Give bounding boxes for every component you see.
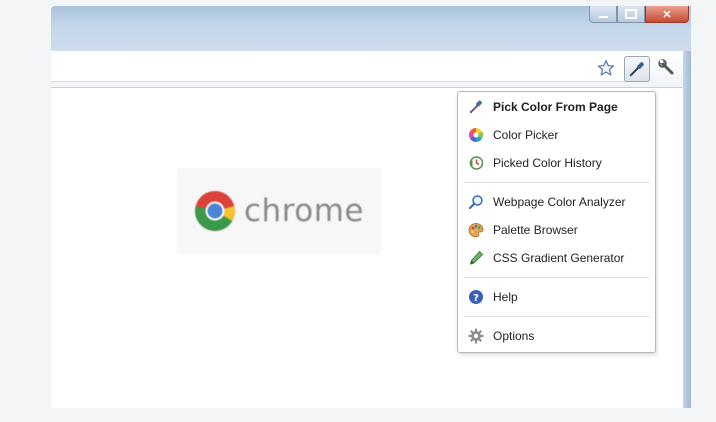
- menu-item-color-picker[interactable]: Color Picker: [458, 122, 655, 148]
- help-icon: ?: [468, 289, 484, 305]
- color-picker-menu: Pick Color From Page Color Picker Picked…: [457, 91, 656, 353]
- chrome-emblem-icon: [195, 191, 235, 231]
- palette-icon: [468, 222, 484, 238]
- color-picker-extension-button[interactable]: [624, 56, 650, 82]
- menu-item-help[interactable]: ? Help: [458, 284, 655, 310]
- menu-item-label: Options: [493, 329, 535, 343]
- maximize-button[interactable]: [617, 6, 645, 23]
- minimize-icon: [598, 16, 608, 18]
- menu-separator: [463, 316, 650, 317]
- menu-item-label: Help: [493, 290, 518, 304]
- chrome-logo: chrome: [177, 168, 381, 254]
- history-icon: [468, 155, 484, 171]
- menu-item-label: Webpage Color Analyzer: [493, 195, 626, 209]
- maximize-icon: [625, 9, 637, 19]
- menu-item-label: CSS Gradient Generator: [493, 251, 625, 265]
- minimize-button[interactable]: [589, 6, 617, 23]
- menu-item-webpage-color-analyzer[interactable]: Webpage Color Analyzer: [458, 189, 655, 215]
- svg-text:?: ?: [473, 293, 479, 304]
- window-frame-right: [683, 51, 691, 408]
- pen-icon: [468, 250, 484, 266]
- menu-item-label: Color Picker: [493, 128, 559, 142]
- address-bar[interactable]: [51, 57, 631, 82]
- eyedropper-icon: [468, 99, 484, 115]
- menu-item-css-gradient-generator[interactable]: CSS Gradient Generator: [458, 245, 655, 271]
- menu-separator: [463, 182, 650, 183]
- menu-item-pick-color-from-page[interactable]: Pick Color From Page: [458, 94, 655, 120]
- menu-item-label: Palette Browser: [493, 223, 578, 237]
- close-button[interactable]: ✕: [645, 6, 689, 23]
- chrome-logo-text: chrome: [244, 193, 364, 229]
- settings-wrench-button[interactable]: [655, 56, 679, 80]
- toolbar: [51, 51, 683, 88]
- star-icon: [597, 59, 615, 76]
- menu-item-label: Pick Color From Page: [493, 100, 618, 114]
- gear-icon: [468, 328, 484, 344]
- menu-item-palette-browser[interactable]: Palette Browser: [458, 217, 655, 243]
- menu-item-label: Picked Color History: [493, 156, 602, 170]
- color-wheel-icon: [468, 127, 484, 143]
- wrench-icon: [658, 59, 674, 75]
- magnifier-icon: [468, 194, 484, 210]
- menu-item-picked-color-history[interactable]: Picked Color History: [458, 150, 655, 176]
- menu-item-options[interactable]: Options: [458, 323, 655, 349]
- menu-separator: [463, 277, 650, 278]
- window-controls: ✕: [589, 6, 689, 24]
- eyedropper-icon: [629, 62, 644, 77]
- bookmark-star-button[interactable]: [594, 56, 618, 80]
- close-icon: ✕: [662, 8, 672, 21]
